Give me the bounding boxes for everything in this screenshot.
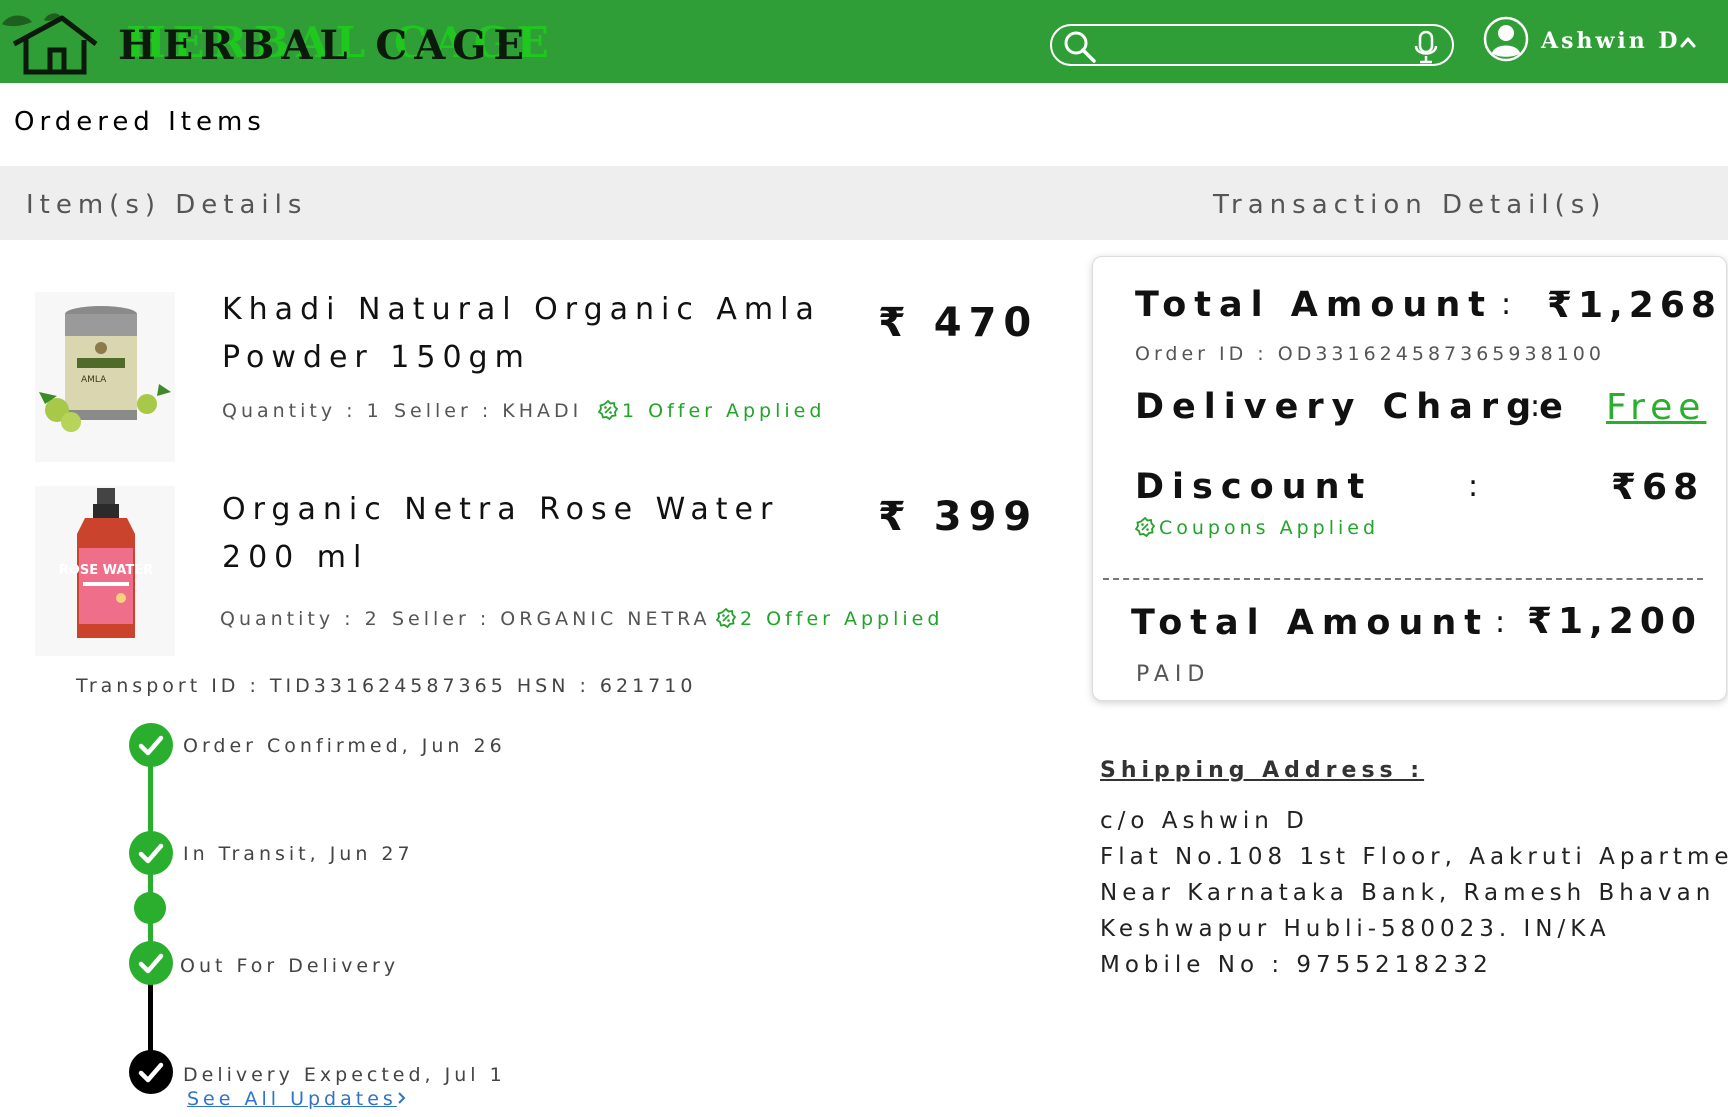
order-id: Order ID : OD331624587365938100 [1135,343,1605,365]
item-seller: Seller : ORGANIC NETRA [392,608,711,630]
total-amount-label: Total Amount [1135,285,1493,325]
items-details-heading: Item(s) Details [26,190,308,220]
discount-value: ₹68 [1611,467,1705,508]
divider [1103,578,1703,580]
colon-separator: : [1468,469,1479,504]
check-circle-icon [129,1050,173,1094]
section-header-bar: Item(s) Details Transaction Detail(s) [0,166,1728,240]
colon-separator: : [1530,389,1541,424]
brand-text: HERBAL CAGE [118,22,531,69]
item-name-line: 200 ml [222,540,369,575]
check-circle-icon [129,831,173,875]
product-image-label: ROSE WATER [59,563,153,578]
offer-applied-link[interactable]: 2 Offer Applied [715,607,944,630]
product-image-rose-water[interactable]: ROSE WATER [35,486,175,656]
timeline-step-label: Order Confirmed, Jun 26 [183,735,506,757]
item-quantity: Quantity : 2 [220,608,381,630]
see-all-updates-link[interactable]: See All Updates [187,1088,407,1110]
see-all-updates-text: See All Updates [187,1088,397,1110]
address-line: Flat No.108 1st Floor, Aakruti Apartment [1100,844,1728,870]
transaction-details-heading: Transaction Detail(s) [1213,190,1607,220]
product-image-label: AMLA [81,375,107,385]
microphone-icon[interactable] [1414,30,1438,64]
user-avatar-icon[interactable] [1483,16,1529,62]
discount-label: Discount [1135,467,1373,507]
timeline-step-label: In Transit, Jun 27 [183,843,414,865]
offer-applied-text: 1 Offer Applied [622,400,826,422]
final-total-value: ₹1,200 [1527,601,1702,642]
item-name[interactable]: Organic Netra Rose Water 200 ml [222,486,832,582]
timeline-step-label: Out For Delivery [180,955,400,977]
final-total-label: Total Amount [1131,603,1489,643]
address-line: c/o Ashwin D [1100,808,1309,834]
colon-separator: : [1495,605,1506,640]
discount-badge-icon [715,607,737,629]
offer-applied-text: 2 Offer Applied [740,608,944,630]
chevron-right-icon [398,1092,406,1104]
user-name[interactable]: Ashwin D [1541,28,1680,54]
item-price: ₹ 399 [878,494,1039,540]
shipping-address-title: Shipping Address : [1100,758,1425,783]
product-image-amla[interactable]: AMLA [35,292,175,462]
mobile-number: Mobile No : 9755218232 [1100,952,1493,978]
transport-id: Transport ID : TID331624587365 HSN : 621… [76,675,697,697]
address-line: Keshwapur Hubli-580023. IN/KA [1100,916,1611,942]
item-price: ₹ 470 [878,300,1039,346]
check-circle-icon [129,723,173,767]
colon-separator: : [1501,287,1512,322]
item-name-line: Khadi Natural Organic Amla [222,292,821,327]
coupons-applied-text: Coupons Applied [1159,517,1380,539]
home-leaf-logo-icon[interactable] [0,10,100,76]
timeline-step-label: Delivery Expected, Jul 1 [183,1064,506,1086]
search-bar[interactable] [1050,24,1454,66]
item-seller: Seller : KHADI [394,400,583,422]
delivery-charge-value[interactable]: Free [1606,387,1706,428]
search-icon[interactable] [1062,29,1098,65]
item-name[interactable]: Khadi Natural Organic Amla Powder 150gm [222,286,832,382]
discount-badge-icon [1134,516,1156,538]
timeline-progress-dot [134,892,166,924]
transaction-summary-card: Total Amount : ₹1,268 Order ID : OD33162… [1092,256,1727,701]
top-navbar: HERBAL CAGE HERBAL CAGE Ashwin D [0,0,1728,83]
discount-badge-icon [597,399,619,421]
delivery-charge-label: Delivery Charge [1135,387,1571,427]
address-line: Near Karnataka Bank, Ramesh Bhavan [1100,880,1716,906]
page-title: Ordered Items [14,107,266,137]
total-amount-value: ₹1,268 [1547,285,1722,326]
payment-status: PAID [1136,662,1211,687]
check-circle-icon [129,941,173,985]
chevron-up-icon[interactable] [1680,36,1696,48]
item-name-line: Powder 150gm [222,340,531,375]
item-name-line: Organic Netra Rose Water [222,492,780,527]
coupons-applied-link[interactable]: Coupons Applied [1134,516,1380,539]
item-quantity: Quantity : 1 [222,400,383,422]
offer-applied-link[interactable]: 1 Offer Applied [597,399,826,422]
